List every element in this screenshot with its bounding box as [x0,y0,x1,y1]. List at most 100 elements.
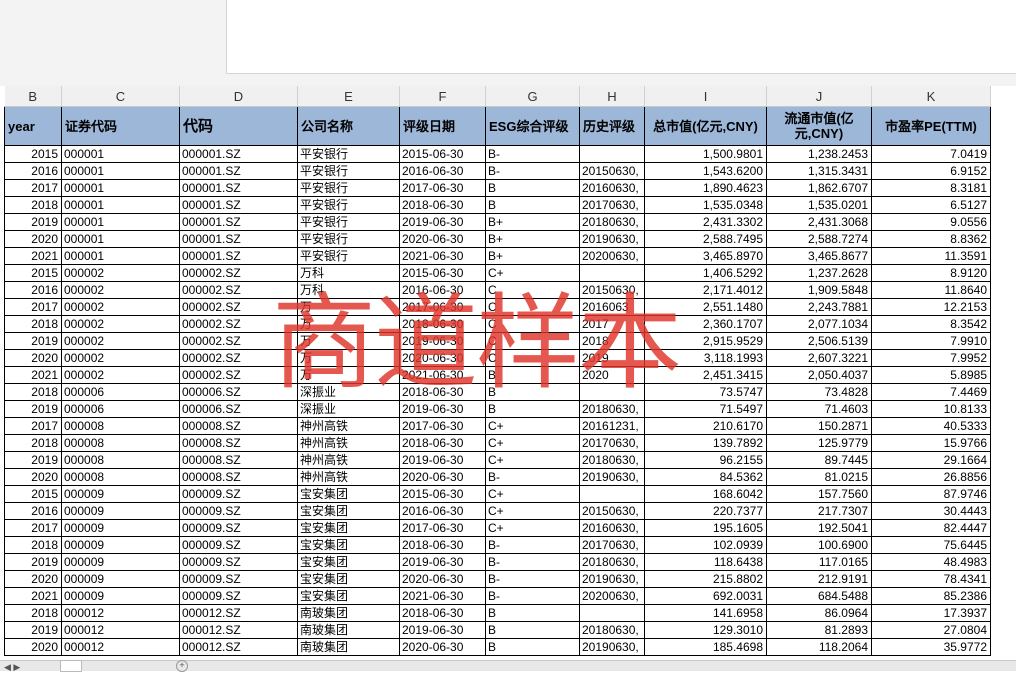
table-cell[interactable]: 宝安集团 [297,519,400,537]
table-cell[interactable]: B [485,196,580,214]
table-cell[interactable]: 000001.SZ [179,196,298,214]
table-cell[interactable]: 深振业 [297,400,400,418]
table-cell[interactable]: 神州高铁 [297,434,400,452]
table-cell[interactable]: 000008.SZ [179,468,298,486]
field-header-1[interactable]: 证券代码 [61,106,180,146]
table-cell[interactable]: 85.2386 [871,587,991,605]
table-cell[interactable]: 000009.SZ [179,502,298,520]
table-cell[interactable]: B [485,400,580,418]
table-cell[interactable]: 2019-06-30 [399,332,486,350]
table-cell[interactable]: 2,050.4037 [766,366,872,384]
sheet-tab-active[interactable] [60,660,82,672]
table-cell[interactable]: 2,551.1480 [644,298,767,316]
table-cell[interactable]: 万科 [297,281,400,299]
field-header-5[interactable]: ESG综合评级 [485,106,580,146]
table-cell[interactable]: 2019-06-30 [399,451,486,469]
field-header-6[interactable]: 历史评级 [579,106,645,146]
table-cell[interactable]: 2016-06-30 [399,502,486,520]
table-cell[interactable]: 000001.SZ [179,145,298,163]
table-cell[interactable]: 2019-06-30 [399,553,486,571]
table-cell[interactable]: 000001.SZ [179,247,298,265]
table-cell[interactable]: 万 [297,349,400,367]
table-cell[interactable]: 000002.SZ [179,298,298,316]
table-cell[interactable] [579,485,645,503]
table-cell[interactable]: 2018 [4,536,62,554]
table-cell[interactable]: 000001 [61,196,180,214]
sheet-nav-arrows-icon[interactable]: ◀ ▶ [4,662,20,673]
table-cell[interactable]: 平安银行 [297,145,400,163]
table-cell[interactable]: 000002.SZ [179,332,298,350]
table-cell[interactable]: 2,077.1034 [766,315,872,333]
table-cell[interactable]: C+ [485,451,580,469]
table-cell[interactable]: 2019-06-30 [399,621,486,639]
column-letter-g[interactable]: G [485,86,580,107]
table-cell[interactable]: 2018-06-30 [399,536,486,554]
table-cell[interactable]: 87.9746 [871,485,991,503]
formula-input-panel[interactable] [226,0,1016,74]
table-cell[interactable]: 192.5041 [766,519,872,537]
table-cell[interactable]: 139.7892 [644,434,767,452]
table-cell[interactable]: 168.6042 [644,485,767,503]
table-cell[interactable]: B+ [485,230,580,248]
table-cell[interactable]: 6.5127 [871,196,991,214]
table-cell[interactable]: B- [485,587,580,605]
table-cell[interactable]: 1,406.5292 [644,264,767,282]
table-cell[interactable]: 000012.SZ [179,638,298,656]
column-letter-j[interactable]: J [766,86,872,107]
table-cell[interactable]: 2017 [4,298,62,316]
table-cell[interactable]: 000009.SZ [179,536,298,554]
table-cell[interactable]: 000008 [61,417,180,435]
table-cell[interactable]: 20170630, [579,536,645,554]
table-cell[interactable]: 2017 [4,179,62,197]
table-cell[interactable]: 2016063 [579,298,645,316]
table-cell[interactable]: 2017 [4,519,62,537]
table-cell[interactable]: 3,465.8677 [766,247,872,265]
table-cell[interactable]: C+ [485,434,580,452]
table-cell[interactable]: 000006.SZ [179,383,298,401]
table-cell[interactable]: 2019 [4,451,62,469]
table-cell[interactable]: 2019-06-30 [399,213,486,231]
table-cell[interactable]: 000008.SZ [179,451,298,469]
table-cell[interactable]: 000002 [61,366,180,384]
field-header-0[interactable]: year [4,106,62,146]
table-cell[interactable]: 195.1605 [644,519,767,537]
table-cell[interactable]: 000006 [61,383,180,401]
table-cell[interactable]: 000009 [61,502,180,520]
table-cell[interactable] [579,145,645,163]
table-cell[interactable]: 000002.SZ [179,315,298,333]
table-cell[interactable]: 75.6445 [871,536,991,554]
table-cell[interactable]: B- [485,145,580,163]
table-cell[interactable]: C [485,332,580,350]
table-cell[interactable]: 2018 [4,604,62,622]
column-letter-h[interactable]: H [579,86,645,107]
table-cell[interactable]: 215.8802 [644,570,767,588]
table-cell[interactable]: 万 [297,366,400,384]
table-cell[interactable]: 000002 [61,281,180,299]
table-cell[interactable]: B- [485,570,580,588]
table-cell[interactable]: 万 [297,298,400,316]
table-cell[interactable]: B [485,604,580,622]
table-cell[interactable]: 1,543.6200 [644,162,767,180]
table-cell[interactable]: 2,607.3221 [766,349,872,367]
table-cell[interactable]: 2016-06-30 [399,162,486,180]
table-cell[interactable]: 2019 [4,332,62,350]
table-cell[interactable]: 2018 [579,332,645,350]
table-cell[interactable]: 2019 [4,553,62,571]
table-cell[interactable]: 万 [297,315,400,333]
table-cell[interactable]: 2015-06-30 [399,485,486,503]
table-cell[interactable]: 2020 [4,349,62,367]
table-cell[interactable]: C [485,281,580,299]
table-cell[interactable]: 000001 [61,145,180,163]
table-cell[interactable]: 000001 [61,179,180,197]
table-cell[interactable]: 692.0031 [644,587,767,605]
table-cell[interactable]: 20180630, [579,400,645,418]
table-cell[interactable]: 000009 [61,587,180,605]
column-letter-k[interactable]: K [871,86,991,107]
table-cell[interactable]: B [485,179,580,197]
table-cell[interactable]: 2021 [4,247,62,265]
table-cell[interactable]: 2019 [4,213,62,231]
table-cell[interactable]: 000002 [61,349,180,367]
table-cell[interactable]: 20180630, [579,213,645,231]
table-cell[interactable]: 2018 [4,434,62,452]
spreadsheet-grid[interactable]: BCDEFGHIJK year 证券代码 代码 公司名称 评级日期 ESG综合评级 历史评级… [4,86,991,656]
